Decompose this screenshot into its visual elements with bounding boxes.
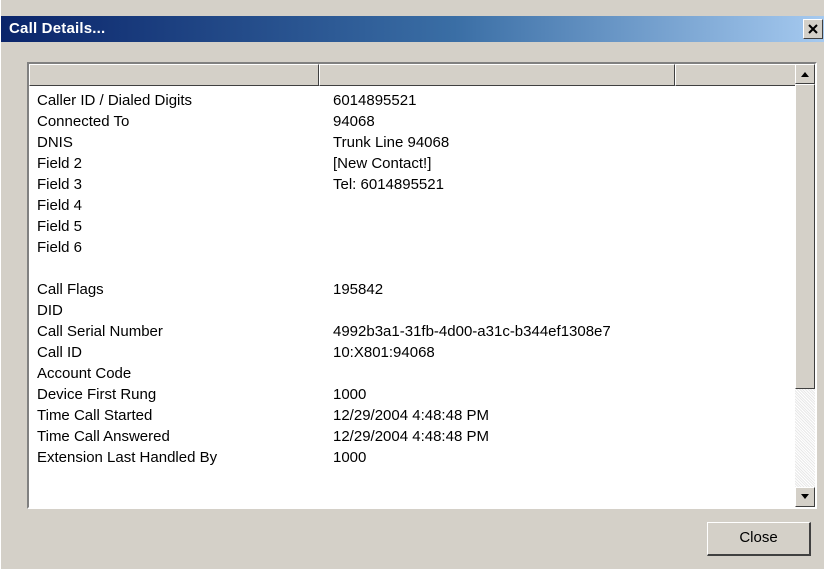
row-value: Trunk Line 94068 <box>333 134 450 151</box>
row-label: Field 6 <box>37 239 83 256</box>
list-row[interactable]: Device First Rung 1000 <box>29 386 797 407</box>
title-bar[interactable]: Call Details... <box>1 16 824 42</box>
row-value <box>313 239 333 260</box>
list-row[interactable]: Connected To 94068 <box>29 113 797 134</box>
row-value: 1000 <box>333 386 367 403</box>
list-row-spacer[interactable] <box>29 260 797 281</box>
row-value: 12/29/2004 4:48:48 PM <box>333 428 489 445</box>
list-row[interactable]: Field 4 <box>29 197 797 218</box>
row-value <box>313 218 333 239</box>
list-header <box>29 64 797 86</box>
x-icon <box>808 24 818 34</box>
row-label <box>29 260 313 281</box>
row-label: Call Serial Number <box>37 323 163 340</box>
close-button[interactable]: Close <box>707 522 811 556</box>
vertical-scrollbar[interactable] <box>795 64 815 507</box>
column-header-3[interactable] <box>675 64 797 86</box>
row-value: 4992b3a1-31fb-4d00-a31c-b344ef1308e7 <box>333 323 611 340</box>
row-label: Time Call Answered <box>37 428 170 445</box>
row-value: 1000 <box>333 449 367 466</box>
row-value: 195842 <box>333 281 384 298</box>
row-value: 6014895521 <box>333 92 417 109</box>
list-row[interactable]: Account Code <box>29 365 797 386</box>
list-row[interactable]: Field 2 [New Contact!] <box>29 155 797 176</box>
row-value: Tel: 6014895521 <box>333 176 444 193</box>
row-label: DID <box>37 302 63 319</box>
list-row[interactable]: Time Call Answered 12/29/2004 4:48:48 PM <box>29 428 797 449</box>
row-label: Time Call Started <box>37 407 153 424</box>
row-label: Call Flags <box>37 281 104 298</box>
list-row[interactable]: Field 5 <box>29 218 797 239</box>
row-value <box>313 302 333 323</box>
list-row[interactable]: Call ID 10:X801:94068 <box>29 344 797 365</box>
scroll-thumb[interactable] <box>795 84 815 389</box>
list-row[interactable]: DID <box>29 302 797 323</box>
list-row[interactable]: Time Call Started 12/29/2004 4:48:48 PM <box>29 407 797 428</box>
list-row[interactable]: Field 3 Tel: 6014895521 <box>29 176 797 197</box>
row-value: 12/29/2004 4:48:48 PM <box>333 407 489 424</box>
list-rows: Caller ID / Dialed Digits 6014895521 Conn… <box>29 92 797 470</box>
row-value <box>313 365 333 386</box>
scroll-down-button[interactable] <box>795 487 815 507</box>
row-label: Extension Last Handled By <box>37 449 218 466</box>
row-label: DNIS <box>37 134 73 151</box>
window-title: Call Details... <box>9 20 106 37</box>
list-row[interactable]: Call Flags 195842 <box>29 281 797 302</box>
row-label: Connected To <box>37 113 130 130</box>
row-label: Field 2 <box>37 155 83 172</box>
list-row[interactable]: Field 6 <box>29 239 797 260</box>
row-label: Device First Rung <box>37 386 157 403</box>
scroll-up-button[interactable] <box>795 64 815 84</box>
row-value: 10:X801:94068 <box>333 344 435 361</box>
row-label: Account Code <box>37 365 132 382</box>
row-value: [New Contact!] <box>333 155 432 172</box>
close-icon[interactable] <box>803 19 823 39</box>
row-value <box>313 260 333 281</box>
list-row[interactable]: Caller ID / Dialed Digits 6014895521 <box>29 92 797 113</box>
triangle-down-icon <box>801 494 809 499</box>
row-value <box>313 197 333 218</box>
list-row[interactable]: Extension Last Handled By 1000 <box>29 449 797 470</box>
column-header-1[interactable] <box>29 64 319 86</box>
triangle-up-icon <box>801 72 809 77</box>
row-label: Field 4 <box>37 197 83 214</box>
row-label: Caller ID / Dialed Digits <box>37 92 193 109</box>
row-label: Field 5 <box>37 218 83 235</box>
column-header-2[interactable] <box>319 64 675 86</box>
row-label: Call ID <box>37 344 83 361</box>
list-row[interactable]: DNIS Trunk Line 94068 <box>29 134 797 155</box>
call-details-window: Call Details... Caller ID / Dialed Digit… <box>0 0 824 569</box>
list-row[interactable]: Call Serial Number 4992b3a1-31fb-4d00-a31… <box>29 323 797 344</box>
row-label: Field 3 <box>37 176 83 193</box>
row-value: 94068 <box>333 113 375 130</box>
call-details-list[interactable]: Caller ID / Dialed Digits 6014895521 Conn… <box>27 62 817 509</box>
